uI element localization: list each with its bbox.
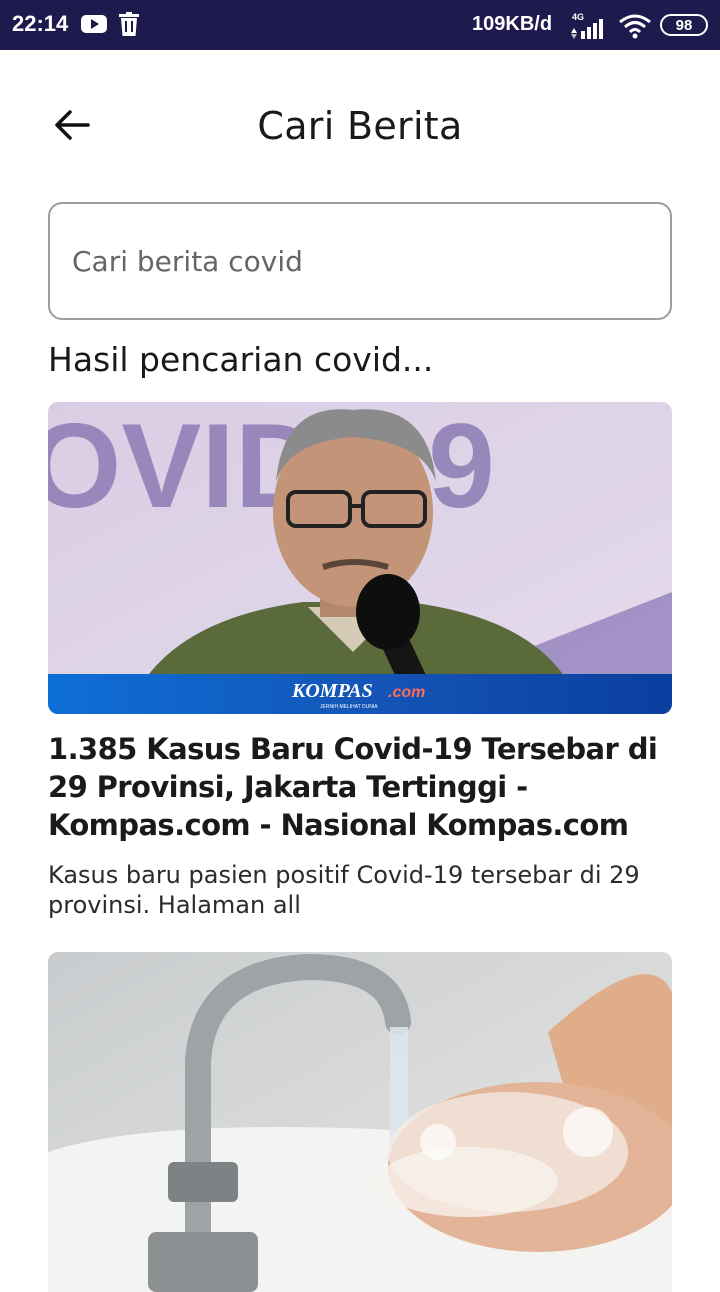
battery-level: 98 (675, 16, 693, 34)
article-image[interactable]: OVID-19 KOMPAS .com JERNIH MELIHAT DUNIA (48, 402, 672, 714)
status-bar: 22:14 109KB/d 4G 98 (0, 0, 720, 50)
kompas-wordmark-suffix: .com (388, 684, 425, 701)
search-input[interactable] (72, 234, 642, 288)
status-net-speed: 109KB/d (472, 13, 553, 35)
article-title[interactable]: 1.385 Kasus Baru Covid-19 Tersebar di 29… (48, 730, 678, 844)
trash-icon (119, 12, 139, 36)
results-label: Hasil pencarian covid... (48, 340, 434, 379)
network-type-label: 4G (572, 12, 584, 22)
article-image[interactable] (48, 952, 672, 1292)
news-photo-spokesman: OVID-19 KOMPAS .com JERNIH MELIHAT DUNIA (48, 402, 672, 714)
status-time: 22:14 (12, 11, 69, 36)
youtube-icon (81, 15, 107, 33)
kompas-tagline: JERNIH MELIHAT DUNIA (320, 704, 378, 710)
page-title: Cari Berita (257, 104, 463, 148)
search-box[interactable] (48, 202, 672, 320)
article-description: Kasus baru pasien positif Covid-19 terse… (48, 861, 640, 919)
kompas-wordmark: KOMPAS (291, 680, 373, 702)
wifi-icon (619, 14, 651, 39)
signal-icon: 4G (571, 12, 603, 39)
battery-icon: 98 (660, 14, 708, 36)
news-photo-handwashing (48, 952, 672, 1292)
